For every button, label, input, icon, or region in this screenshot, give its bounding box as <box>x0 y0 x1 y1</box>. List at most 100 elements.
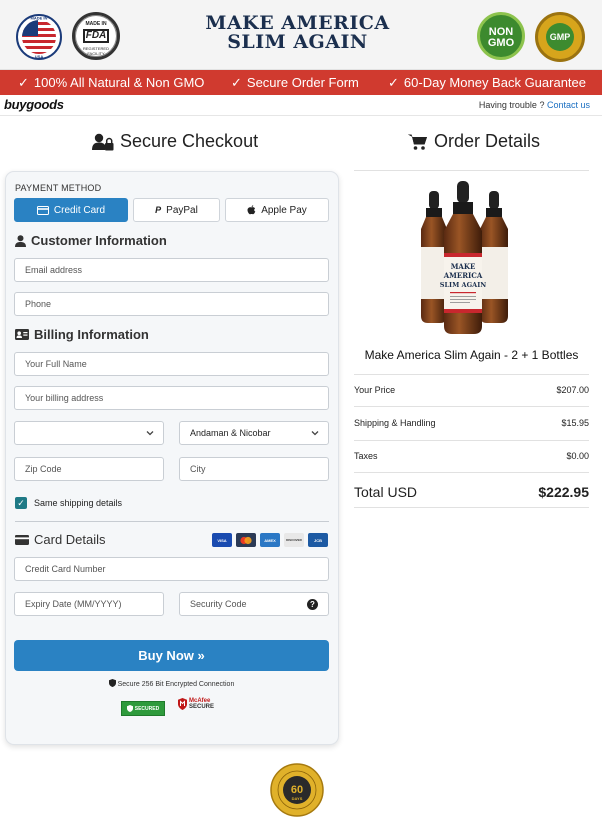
card-number-placeholder: Credit Card Number <box>25 564 106 574</box>
divider <box>354 507 589 508</box>
payment-tab-label: PayPal <box>166 204 198 216</box>
shield-icon <box>108 679 116 687</box>
trust-banner: ✓ 100% All Natural & Non GMO ✓ Secure Orde… <box>0 70 602 95</box>
city-field[interactable]: City <box>179 457 329 481</box>
same-shipping-checkbox[interactable]: ✓ <box>15 497 27 509</box>
banner-item-natural: ✓ 100% All Natural & Non GMO <box>18 75 204 91</box>
customer-info-heading: Customer Information <box>15 233 167 248</box>
usa-badge-bottom-text: USA <box>35 54 44 59</box>
total-value: $222.95 <box>538 484 589 500</box>
billing-address-placeholder: Your billing address <box>25 393 104 403</box>
order-details-heading: Order Details <box>408 131 540 152</box>
fda-badge-top-text: MADE IN <box>85 21 107 27</box>
shipping-value: $15.95 <box>561 418 589 428</box>
payment-method-label: PAYMENT METHOD <box>15 183 102 193</box>
state-select[interactable]: Andaman & Nicobar <box>179 421 329 445</box>
mcafee-secure-seal: McAfee SECURE <box>178 698 214 710</box>
paypal-icon: P <box>155 205 162 215</box>
discover-icon: DISCOVER <box>284 533 304 547</box>
divider <box>0 115 602 116</box>
jcb-icon: JCB <box>308 533 328 547</box>
country-select[interactable] <box>14 421 164 445</box>
credit-card-icon <box>36 205 49 215</box>
full-name-field[interactable]: Your Full Name <box>14 352 329 376</box>
brand-logo: MAKE AMERICA SLIM AGAIN <box>200 14 395 52</box>
banner-item-guarantee: ✓ 60-Day Money Back Guarantee <box>388 75 586 91</box>
help-icon[interactable]: ? <box>307 599 318 610</box>
bottle-label-line-1: MAKE <box>451 262 476 271</box>
shield-icon <box>126 705 133 712</box>
billing-address-field[interactable]: Your billing address <box>14 386 329 410</box>
taxes-row: Taxes $0.00 <box>354 451 589 461</box>
check-icon: ✓ <box>231 75 242 90</box>
security-code-placeholder: Security Code <box>190 599 247 609</box>
secure-connection-note: Secure 256 Bit Encrypted Connection <box>14 679 329 688</box>
mcafee-seal-line-2: SECURE <box>189 704 215 710</box>
expiry-date-placeholder: Expiry Date (MM/YYYY) <box>25 599 122 609</box>
payment-tab-credit-card[interactable]: Credit Card <box>14 198 128 222</box>
guarantee-days: 60 <box>291 784 303 796</box>
same-shipping-label: Same shipping details <box>34 498 123 508</box>
bottle-label-line-3: SLIM AGAIN <box>440 281 486 289</box>
divider <box>15 521 329 522</box>
total-row: Total USD $222.95 <box>354 484 589 500</box>
non-gmo-line-2: GMO <box>487 37 515 49</box>
chevron-down-icon <box>311 431 319 436</box>
expiry-date-field[interactable]: Expiry Date (MM/YYYY) <box>14 592 164 616</box>
brand-line-2: SLIM AGAIN <box>227 31 368 53</box>
shipping-label: Shipping & Handling <box>354 418 436 428</box>
id-card-icon <box>15 329 29 340</box>
check-icon: ✓ <box>18 75 29 90</box>
full-name-placeholder: Your Full Name <box>25 359 87 369</box>
money-back-guarantee-seal: 60 DAYS <box>270 763 324 817</box>
chevron-down-icon <box>146 431 154 436</box>
card-details-heading: Card Details <box>15 532 106 547</box>
shipping-row: Shipping & Handling $15.95 <box>354 418 589 428</box>
check-icon: ✓ <box>388 75 399 90</box>
mastercard-icon <box>236 533 256 547</box>
buygoods-logo: buygoods <box>4 97 64 112</box>
card-number-field[interactable]: Credit Card Number <box>14 557 329 581</box>
visa-icon: VISA <box>212 533 232 547</box>
banner-item-label: 60-Day Money Back Guarantee <box>403 75 587 90</box>
total-label: Total USD <box>354 484 418 500</box>
user-lock-icon <box>92 133 114 150</box>
taxes-label: Taxes <box>354 451 378 461</box>
secure-connection-text: Secure 256 Bit Encrypted Connection <box>117 681 235 688</box>
secured-seal-text: SECURED <box>134 705 160 712</box>
card-details-title: Card Details <box>34 532 106 547</box>
bottle-label-line-2: AMERICA <box>443 271 483 280</box>
zip-code-field[interactable]: Zip Code <box>14 457 164 481</box>
email-placeholder: Email address <box>25 265 83 275</box>
contact-us-link[interactable]: Contact us <box>547 100 590 110</box>
customer-info-title: Customer Information <box>31 233 167 248</box>
gmp-certified-badge: GMP <box>535 12 585 62</box>
buy-now-button[interactable]: Buy Now » <box>14 640 329 671</box>
gmp-badge-mark: GMP <box>546 23 574 51</box>
non-gmo-badge: NON GMO <box>477 12 525 60</box>
state-value: Andaman & Nicobar <box>190 428 271 438</box>
email-field[interactable]: Email address <box>14 258 329 282</box>
taxes-value: $0.00 <box>566 451 589 461</box>
payment-tab-paypal[interactable]: P PayPal <box>133 198 220 222</box>
payment-tab-label: Credit Card <box>53 204 106 216</box>
price-value: $207.00 <box>556 385 589 395</box>
support-text: Having trouble ? Contact us <box>479 100 590 110</box>
user-icon <box>15 234 26 247</box>
phone-placeholder: Phone <box>25 299 52 309</box>
divider <box>354 406 589 407</box>
phone-field[interactable]: Phone <box>14 292 329 316</box>
banner-item-secure: ✓ Secure Order Form <box>231 75 359 91</box>
price-label: Your Price <box>354 385 396 395</box>
usa-badge-top-text: MADE IN <box>31 16 48 21</box>
guarantee-days-label: DAYS <box>292 796 303 801</box>
shopping-cart-icon <box>408 134 427 150</box>
same-shipping-row[interactable]: ✓ Same shipping details <box>15 497 122 509</box>
payment-tab-apple-pay[interactable]: Apple Pay <box>225 198 329 222</box>
secure-checkout-heading: Secure Checkout <box>92 131 258 152</box>
divider <box>354 374 589 375</box>
payment-tab-label: Apple Pay <box>261 204 307 216</box>
secured-seal: SECURED <box>121 701 165 716</box>
amex-icon: AMEX <box>260 533 280 547</box>
security-code-field[interactable]: Security Code ? <box>179 592 329 616</box>
